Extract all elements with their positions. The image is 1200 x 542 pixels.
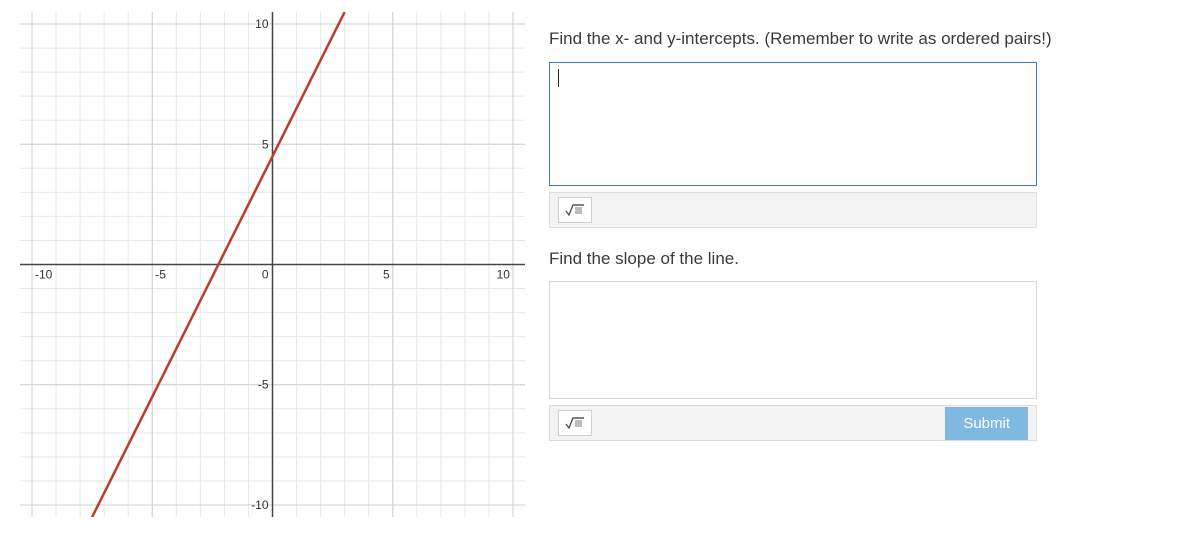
sqrt-icon <box>565 203 585 217</box>
x-tick-label: 0 <box>262 268 269 282</box>
question-panel: Find the x- and y-intercepts. (Remember … <box>549 12 1180 517</box>
answer1-toolbar <box>549 192 1037 228</box>
x-tick-label: 10 <box>497 268 511 282</box>
answer-input-2[interactable] <box>549 281 1037 399</box>
page-root: -10 -5 0 5 10 -10 -5 5 10 Find the x- and y-inte… <box>0 0 1200 529</box>
text-cursor <box>558 69 559 87</box>
question2-prompt: Find the slope of the line. <box>549 246 1180 272</box>
answer2-toolbar: Submit <box>549 405 1037 441</box>
sqrt-icon <box>565 416 585 430</box>
question1-prompt: Find the x- and y-intercepts. (Remember … <box>549 26 1180 52</box>
x-tick-label: -10 <box>35 268 53 282</box>
y-tick-label: -5 <box>258 378 269 392</box>
y-tick-label: 10 <box>255 17 269 31</box>
x-tick-label: -5 <box>155 268 166 282</box>
y-tick-label: 5 <box>262 137 269 151</box>
math-sqrt-button[interactable] <box>558 197 592 223</box>
math-sqrt-button-2[interactable] <box>558 410 592 436</box>
graph-panel: -10 -5 0 5 10 -10 -5 5 10 <box>20 12 525 517</box>
answer-input-1[interactable] <box>549 62 1037 186</box>
submit-button[interactable]: Submit <box>945 407 1028 440</box>
x-tick-label: 5 <box>383 268 390 282</box>
y-tick-label: -10 <box>251 498 269 512</box>
coordinate-graph: -10 -5 0 5 10 -10 -5 5 10 <box>20 12 525 517</box>
